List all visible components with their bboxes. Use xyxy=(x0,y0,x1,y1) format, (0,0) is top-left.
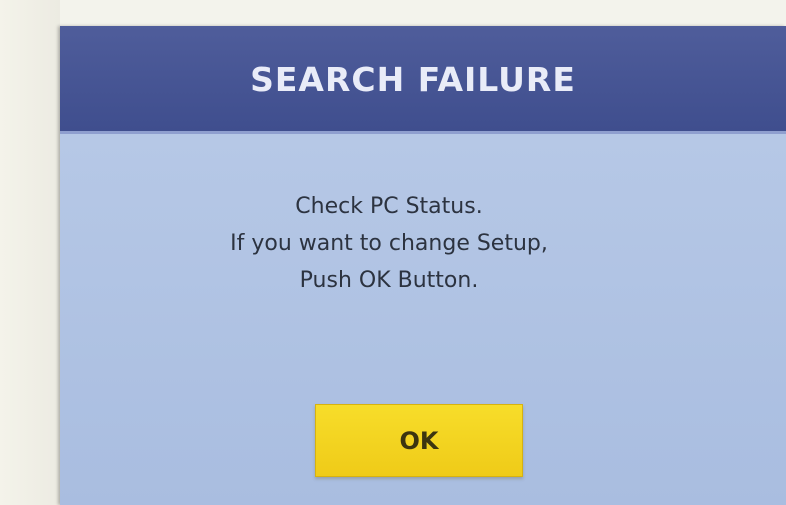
message-line-1: Check PC Status. xyxy=(295,194,483,219)
screen: SEARCH FAILURE Check PC Status. If you w… xyxy=(0,0,786,505)
dialog-message: Check PC Status. If you want to change S… xyxy=(60,188,786,299)
background-panel xyxy=(0,0,60,505)
ok-button[interactable]: OK xyxy=(315,404,523,477)
message-line-2: If you want to change Setup, xyxy=(230,231,548,256)
search-failure-dialog: SEARCH FAILURE Check PC Status. If you w… xyxy=(60,26,786,505)
dialog-titlebar: SEARCH FAILURE xyxy=(60,26,786,134)
dialog-title: SEARCH FAILURE xyxy=(250,60,576,99)
dialog-body: Check PC Status. If you want to change S… xyxy=(60,134,786,505)
message-line-3: Push OK Button. xyxy=(299,268,479,293)
